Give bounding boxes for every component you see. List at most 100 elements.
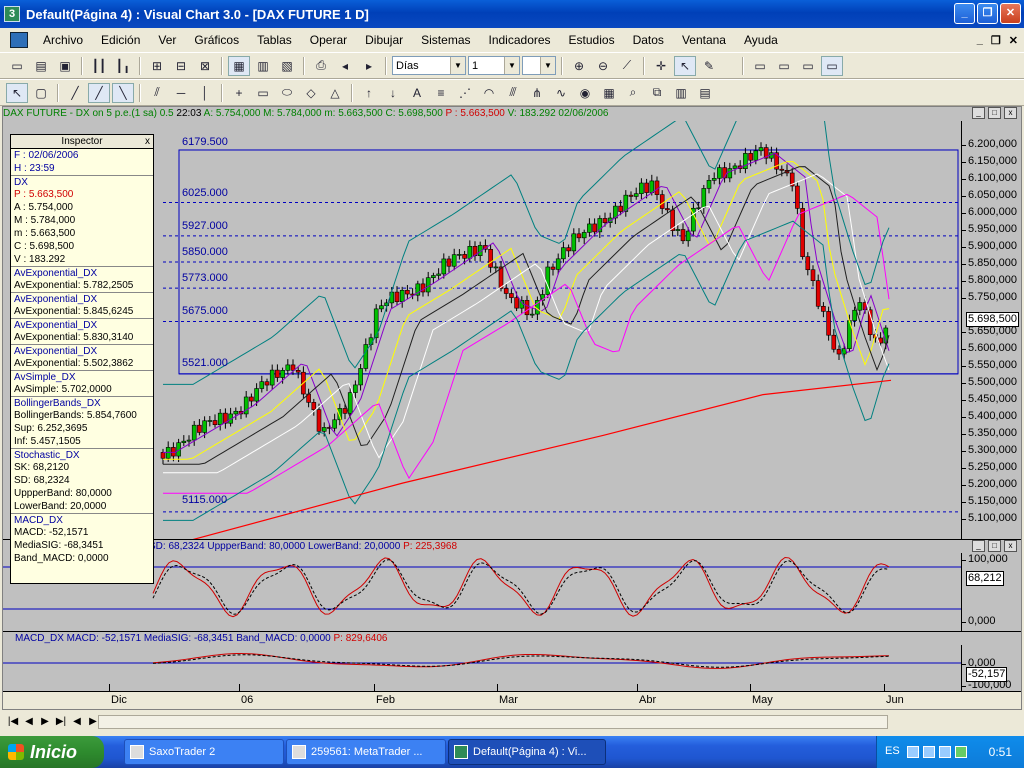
menu-edicion[interactable]: Edición — [92, 33, 149, 47]
pane-minimize-button[interactable]: _ — [972, 540, 985, 552]
triangle-icon[interactable]: △ — [324, 83, 346, 103]
fibonacci-icon[interactable]: ≡ — [430, 83, 452, 103]
menu-ayuda[interactable]: Ayuda — [735, 33, 787, 47]
menu-dibujar[interactable]: Dibujar — [356, 33, 412, 47]
macd-plot[interactable] — [3, 645, 961, 691]
channel-icon[interactable]: ⫽ — [146, 83, 168, 103]
rectangle-icon[interactable]: ▭ — [252, 83, 274, 103]
document-icon[interactable] — [10, 31, 28, 48]
pane-restore-button[interactable]: □ — [988, 107, 1001, 119]
data-window-icon[interactable]: ▥ — [252, 56, 274, 76]
language-indicator[interactable]: ES — [885, 745, 900, 757]
trend-icon[interactable]: ⟋ — [616, 56, 638, 76]
period-select[interactable]: Días ▼ — [392, 56, 466, 75]
compression-select[interactable]: 1 ▼ — [468, 56, 520, 75]
properties-icon[interactable]: ▧ — [276, 56, 298, 76]
trendline-icon[interactable]: ╱ — [88, 82, 110, 103]
next-icon[interactable]: ▶ — [38, 715, 52, 729]
mdi-close-button[interactable]: ✕ — [1009, 34, 1018, 47]
menu-ver[interactable]: Ver — [149, 33, 185, 47]
menu-ventana[interactable]: Ventana — [673, 33, 735, 47]
andrews-icon[interactable]: ⋔ — [526, 83, 548, 103]
horizontal-scrollbar[interactable] — [98, 715, 888, 729]
first-icon[interactable]: |◀ — [6, 715, 20, 729]
price-axis[interactable]: 6.200,000 6.150,000 6.100,000 6.050,000 … — [961, 121, 1021, 539]
diamond-icon[interactable]: ◇ — [300, 83, 322, 103]
taskbar-item-saxotrader[interactable]: SaxoTrader 2 — [124, 739, 284, 765]
ray-icon[interactable]: ╲ — [112, 82, 134, 103]
crosshair-icon[interactable]: ✛ — [650, 56, 672, 76]
arc-icon[interactable]: ◠ — [478, 83, 500, 103]
indicator-icon[interactable]: ⊟ — [170, 56, 192, 76]
ellipse-icon[interactable]: ⬭ — [276, 83, 298, 103]
window-icon[interactable]: ▭ — [749, 56, 771, 76]
grid-icon[interactable]: ▦ — [228, 55, 250, 76]
macd-axis[interactable]: 0,000 -100,000 -52,157 — [961, 645, 1021, 691]
arrow-down-icon[interactable]: ↓ — [382, 83, 404, 103]
new-icon[interactable]: ▭ — [6, 56, 28, 76]
table-icon[interactable]: ▤ — [694, 83, 716, 103]
window3-icon[interactable]: ▭ — [797, 56, 819, 76]
template-icon[interactable]: ⊞ — [146, 56, 168, 76]
monitor-icon[interactable] — [923, 746, 935, 758]
menu-archivo[interactable]: Archivo — [34, 33, 92, 47]
vline-icon[interactable]: │ — [194, 83, 216, 103]
line-icon[interactable]: ╱ — [64, 83, 86, 103]
pen-icon[interactable]: ✎ — [698, 56, 720, 76]
zoom-in-icon[interactable]: ⊕ — [568, 56, 590, 76]
pane-close-button[interactable]: x — [1004, 107, 1017, 119]
chart-type-select[interactable]: ▼ — [522, 56, 556, 75]
close-button[interactable]: ✕ — [1000, 3, 1021, 24]
menu-tablas[interactable]: Tablas — [248, 33, 301, 47]
window4-icon[interactable]: ▭ — [821, 55, 843, 76]
stoch-axis[interactable]: 100,000 0,000 68,212 — [961, 553, 1021, 631]
menu-indicadores[interactable]: Indicadores — [480, 33, 560, 47]
zoom-out-icon[interactable]: ⊖ — [592, 56, 614, 76]
gann-icon[interactable]: ⋰ — [454, 83, 476, 103]
pane-minimize-button[interactable]: _ — [972, 107, 985, 119]
taskbar-item-metatrader[interactable]: 259561: MetaTrader ... — [286, 739, 446, 765]
inspector-close-button[interactable]: x — [145, 135, 150, 148]
open-icon[interactable]: ▤ — [30, 56, 52, 76]
pane-close-button[interactable]: x — [1004, 540, 1017, 552]
copy-icon[interactable]: ⧉ — [646, 83, 668, 103]
scroll-right-icon[interactable]: ▸ — [358, 56, 380, 76]
menu-estudios[interactable]: Estudios — [560, 33, 624, 47]
candle-chart-icon[interactable]: ┃╻ — [112, 56, 134, 76]
minimize-button[interactable]: _ — [954, 3, 975, 24]
lock-icon[interactable]: ▥ — [670, 83, 692, 103]
text-icon[interactable]: A — [406, 83, 428, 103]
hline-icon[interactable]: ─ — [170, 83, 192, 103]
bar-chart-icon[interactable]: ┃┃ — [88, 56, 110, 76]
menu-sistemas[interactable]: Sistemas — [412, 33, 479, 47]
select-rect-icon[interactable]: ▢ — [30, 83, 52, 103]
network-icon[interactable] — [907, 746, 919, 758]
pane-restore-button[interactable]: □ — [988, 540, 1001, 552]
mdi-minimize-button[interactable]: _ — [977, 34, 983, 47]
grid-lines-icon[interactable]: ▦ — [598, 83, 620, 103]
prev-icon[interactable]: ◀ — [22, 715, 36, 729]
study-icon[interactable]: ⊠ — [194, 56, 216, 76]
window2-icon[interactable]: ▭ — [773, 56, 795, 76]
cursor-tool-icon[interactable]: ↖ — [674, 55, 696, 76]
print-icon[interactable]: ⎙ — [310, 56, 332, 76]
prev-page-icon[interactable]: ◀ — [70, 715, 84, 729]
search-icon[interactable]: ⌕ — [622, 83, 644, 103]
menu-operar[interactable]: Operar — [301, 33, 356, 47]
marker-icon[interactable]: ◉ — [574, 83, 596, 103]
taskbar-item-visualchart[interactable]: Default(Página 4) : Vi... — [448, 739, 606, 765]
start-button[interactable]: Inicio — [0, 736, 104, 768]
last-icon[interactable]: ▶| — [54, 715, 68, 729]
cross-icon[interactable]: + — [228, 83, 250, 103]
mdi-restore-button[interactable]: ❐ — [991, 34, 1001, 47]
restore-button[interactable]: ❐ — [977, 3, 998, 24]
scroll-left-icon[interactable]: ◂ — [334, 56, 356, 76]
regression-icon[interactable]: ⫻ — [502, 83, 524, 103]
pointer-icon[interactable]: ↖ — [6, 82, 28, 103]
menu-graficos[interactable]: Gráficos — [185, 33, 248, 47]
arrow-up-icon[interactable]: ↑ — [358, 83, 380, 103]
cycles-icon[interactable]: ∿ — [550, 83, 572, 103]
save-icon[interactable]: ▣ — [54, 56, 76, 76]
tray-app-icon[interactable] — [939, 746, 951, 758]
tray-status-icon[interactable] — [955, 746, 967, 758]
